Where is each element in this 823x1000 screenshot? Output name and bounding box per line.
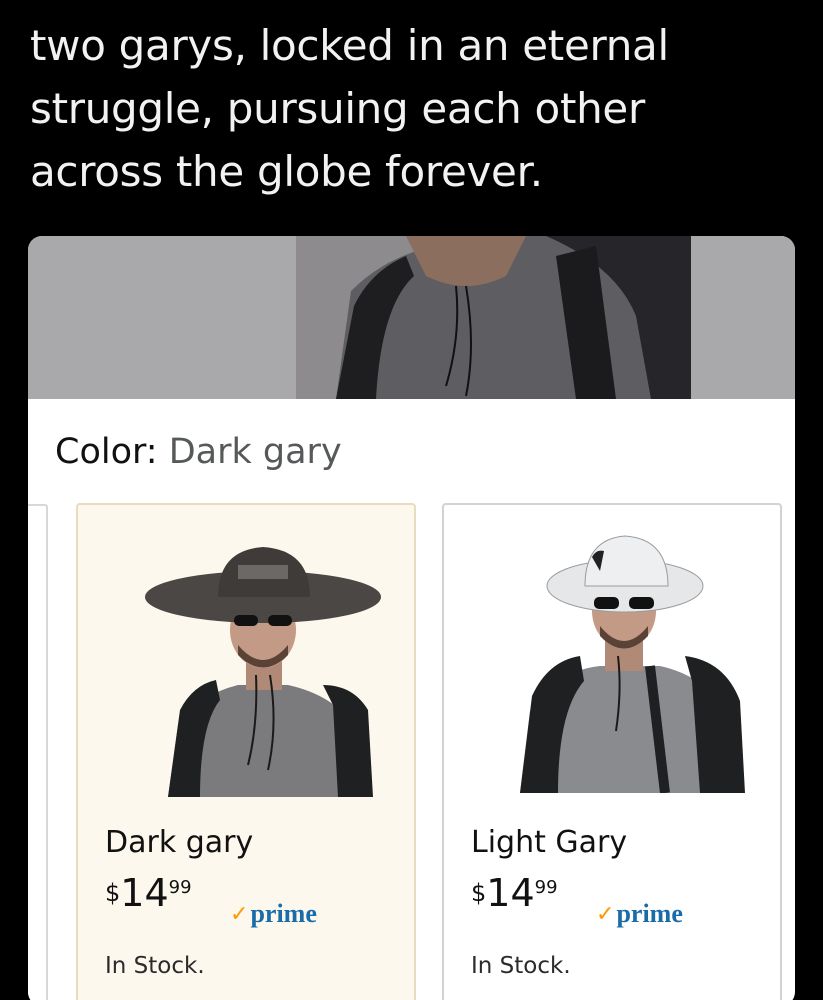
prime-word: prime — [616, 899, 683, 928]
swatch-price: $ 14 99 — [471, 871, 558, 915]
selected-color-row: Color: Dark gary — [55, 432, 342, 472]
price-currency: $ — [471, 879, 487, 907]
prime-word: prime — [250, 899, 317, 928]
stock-status: In Stock. — [105, 953, 205, 979]
price-fraction: 99 — [168, 877, 192, 898]
prime-check-icon: ✓ — [596, 901, 615, 927]
product-card: Color: Dark gary Dark gary $ 14 99 ✓ pri… — [28, 236, 795, 1000]
previous-swatch-edge[interactable] — [28, 504, 48, 1000]
dark-gary-thumbnail — [145, 547, 381, 797]
prime-badge: ✓ prime — [596, 899, 683, 929]
swatch-price: $ 14 99 — [105, 871, 192, 915]
price-currency: $ — [105, 879, 121, 907]
prime-badge: ✓ prime — [230, 899, 317, 929]
color-value: Dark gary — [168, 432, 342, 472]
light-gary-thumbnail — [520, 535, 745, 793]
swatch-light-gary[interactable]: Light Gary $ 14 99 ✓ prime In Stock. — [442, 503, 782, 1000]
product-hero-image — [28, 236, 795, 399]
caption-line: two garys, locked in an eternal — [30, 21, 669, 70]
price-whole: 14 — [486, 871, 535, 915]
caption-line: struggle, pursuing each other — [30, 84, 645, 133]
swatch-name: Dark gary — [105, 825, 254, 860]
price-fraction: 99 — [534, 877, 558, 898]
hero-photo — [296, 236, 691, 399]
stock-status: In Stock. — [471, 953, 571, 979]
caption-line: across the globe forever. — [30, 147, 543, 196]
prime-check-icon: ✓ — [230, 901, 249, 927]
swatch-name: Light Gary — [471, 825, 628, 860]
swatch-dark-gary[interactable]: Dark gary $ 14 99 ✓ prime In Stock. — [76, 503, 416, 1000]
price-whole: 14 — [120, 871, 169, 915]
meme-caption: two garys, locked in an eternal struggle… — [30, 14, 800, 203]
color-label: Color: — [55, 432, 158, 472]
